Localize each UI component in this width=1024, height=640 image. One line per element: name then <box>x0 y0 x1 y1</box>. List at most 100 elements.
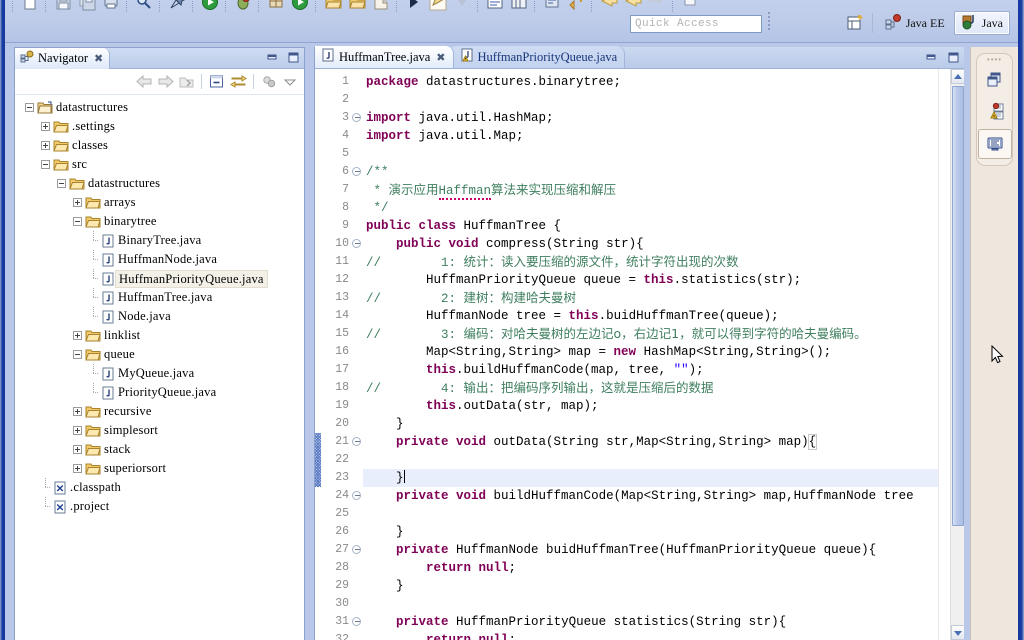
code-line[interactable]: // 4: 输出：把编码序列输出，这就是压缩后的数据 <box>363 379 964 397</box>
tree-item-superiorsort[interactable]: superiorsort <box>15 459 304 478</box>
view-menu-icon[interactable] <box>280 72 300 92</box>
fold-toggle[interactable] <box>351 109 363 127</box>
tree-expander[interactable] <box>73 217 82 226</box>
back-arrow-icon[interactable] <box>134 72 154 92</box>
code-line[interactable]: /** <box>363 163 964 181</box>
tree-item-linklist[interactable]: linklist <box>15 326 304 345</box>
forward-arrow-icon[interactable] <box>155 72 175 92</box>
code-line[interactable] <box>363 91 964 109</box>
outline-icon[interactable] <box>977 129 1012 159</box>
tree-expander[interactable] <box>73 350 82 359</box>
close-icon[interactable]: ✖ <box>436 51 445 64</box>
save-icon[interactable] <box>52 0 74 13</box>
tree-item-src[interactable]: src <box>15 155 304 174</box>
toolbar-grip[interactable] <box>766 10 772 38</box>
tasks-icon[interactable] <box>484 0 506 13</box>
restore-icon[interactable] <box>978 65 1012 95</box>
folding-ruler[interactable] <box>351 69 363 640</box>
tree-expander[interactable] <box>73 198 82 207</box>
print-icon[interactable] <box>100 0 122 13</box>
tree-item-classpath[interactable]: .classpath <box>15 478 304 497</box>
code-line[interactable]: public void compress(String str){ <box>363 235 964 253</box>
code-line[interactable]: package datastructures.binarytree; <box>363 73 964 91</box>
navigator-tree[interactable]: datastructures .settings classes src datastr… <box>15 95 304 639</box>
perspective-java-ee-button[interactable]: Java EE <box>878 11 952 35</box>
code-line[interactable]: HuffmanNode tree = this.buidHuffmanTree(… <box>363 307 964 325</box>
code-line[interactable]: private HuffmanNode buidHuffmanTree(Huff… <box>363 541 964 559</box>
overview-ruler[interactable] <box>938 69 950 640</box>
code-line[interactable]: return null; <box>363 631 964 640</box>
tree-expander[interactable] <box>73 331 82 340</box>
code-line[interactable]: } <box>363 577 964 595</box>
fast-view-grip[interactable]: •••• <box>977 56 1012 64</box>
code-line[interactable]: Map<String,String> map = new HashMap<Str… <box>363 343 964 361</box>
tree-expander[interactable] <box>25 103 34 112</box>
tree-item-binarytree[interactable]: binarytree <box>15 212 304 231</box>
problems-icon[interactable] <box>978 97 1012 127</box>
tree-item-huffmanpriorityqueue-java[interactable]: HuffmanPriorityQueue.java <box>15 269 304 288</box>
tree-item-project[interactable]: .project <box>15 497 304 516</box>
code-line[interactable]: * 演示应用Haffman算法来实现压缩和解压 <box>363 181 964 200</box>
code-line[interactable]: } <box>363 469 964 487</box>
new-file-icon[interactable] <box>19 0 41 13</box>
filter-icon[interactable] <box>259 72 279 92</box>
code-line[interactable]: this.outData(str, map); <box>363 397 964 415</box>
fold-toggle[interactable] <box>351 433 363 451</box>
next-edit-icon[interactable] <box>646 0 668 13</box>
code-line[interactable]: */ <box>363 199 964 217</box>
fold-toggle[interactable] <box>351 235 363 253</box>
tree-item-binarytree-java[interactable]: BinaryTree.java <box>15 231 304 250</box>
code-line[interactable]: } <box>363 523 964 541</box>
code-line[interactable]: private void outData(String str,Map<Stri… <box>363 433 964 451</box>
step-over-icon[interactable] <box>565 0 587 13</box>
tree-expander[interactable] <box>41 122 50 131</box>
open-folder-icon[interactable] <box>322 0 344 13</box>
fold-toggle[interactable] <box>351 613 363 631</box>
navigator-tab[interactable]: Navigator ✖ <box>15 48 111 69</box>
debug-icon[interactable] <box>232 0 254 13</box>
tree-expander[interactable] <box>41 160 50 169</box>
code-line[interactable]: this.buildHuffmanCode(map, tree, ""); <box>363 361 964 379</box>
link-with-editor-icon[interactable] <box>228 72 248 92</box>
scroll-up-button[interactable] <box>951 69 964 84</box>
close-icon[interactable]: ✖ <box>94 52 103 65</box>
code-line[interactable]: import java.util.Map; <box>363 127 964 145</box>
code-line[interactable]: import java.util.HashMap; <box>363 109 964 127</box>
run-last-icon[interactable] <box>289 0 311 13</box>
tree-item-queue[interactable]: queue <box>15 345 304 364</box>
code-line[interactable]: // 2: 建树：构建哈夫曼树 <box>363 289 964 307</box>
code-line[interactable]: private HuffmanPriorityQueue statistics(… <box>363 613 964 631</box>
toggle-breadcrumb-icon[interactable] <box>508 0 530 13</box>
scroll-down-button[interactable] <box>951 625 964 640</box>
code-line[interactable]: HuffmanPriorityQueue queue = this.statis… <box>363 271 964 289</box>
tree-expander[interactable] <box>73 426 82 435</box>
new-perspective-icon[interactable] <box>844 12 866 34</box>
previous-annotation-icon[interactable] <box>451 0 473 13</box>
zoom-icon[interactable] <box>679 0 701 13</box>
code-line[interactable]: // 3: 编码：对哈夫曼树的左边记o，右边记1，就可以得到字符的哈夫曼编码。 <box>363 325 964 343</box>
home-icon[interactable] <box>176 72 196 92</box>
tree-item-stack[interactable]: stack <box>15 440 304 459</box>
editor-tab-huffmantree[interactable]: HuffmanTree.java ✖ <box>315 46 454 68</box>
tree-item-arrays[interactable]: arrays <box>15 193 304 212</box>
tree-item-datastructures[interactable]: datastructures <box>15 98 304 117</box>
fold-toggle[interactable] <box>351 163 363 181</box>
source-code-text[interactable]: package datastructures.binarytree; import… <box>363 69 964 640</box>
code-line[interactable] <box>363 505 964 523</box>
editor-tab-huffmanpriorityqueue[interactable]: HuffmanPriorityQueue.java <box>453 46 626 68</box>
external-tools-icon[interactable] <box>541 0 563 13</box>
code-line[interactable]: private void buildHuffmanCode(Map<String… <box>363 487 964 505</box>
quick-access-input[interactable]: Quick Access <box>630 15 762 33</box>
tree-item-recursive[interactable]: recursive <box>15 402 304 421</box>
code-line[interactable]: // 1: 统计：读入要压缩的源文件，统计字符出现的次数 <box>363 253 964 271</box>
back-icon[interactable] <box>598 0 620 13</box>
tree-item-huffmannode-java[interactable]: HuffmanNode.java <box>15 250 304 269</box>
search-icon[interactable] <box>133 0 155 13</box>
fold-toggle[interactable] <box>351 541 363 559</box>
tree-expander[interactable] <box>73 407 82 416</box>
forward-icon[interactable] <box>622 0 644 13</box>
code-editor[interactable]: 1 2 3 4 5 6 7 8 9 10 11 12 13 14 15 16 17 18 19 20 21 22 23 24 2… <box>315 69 964 640</box>
tree-expander[interactable] <box>41 141 50 150</box>
code-line[interactable] <box>363 595 964 613</box>
tree-expander[interactable] <box>57 179 66 188</box>
